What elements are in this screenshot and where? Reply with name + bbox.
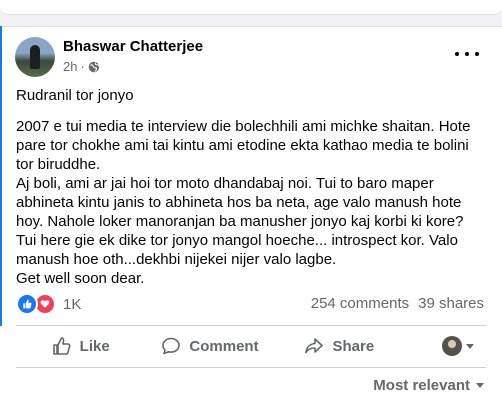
share-arrow-icon [305, 338, 324, 354]
post-paragraph: 2007 e tui media te interview die bolech… [16, 118, 471, 287]
sort-label: Most relevant [373, 377, 470, 394]
reaction-summary[interactable]: 1K [16, 293, 81, 315]
comments-count-link[interactable]: 254 comments [311, 295, 409, 312]
post-body: Rudranil tor jonyo 2007 e tui media te i… [16, 86, 486, 288]
comment-button[interactable]: Comment [145, 336, 274, 356]
comment-bubble-icon [162, 337, 181, 355]
divider [16, 367, 486, 368]
author-name[interactable]: Bhaswar Chatterjee [63, 38, 203, 55]
author-avatar[interactable] [15, 37, 55, 77]
account-avatar [441, 336, 462, 356]
focus-indicator [0, 26, 2, 326]
shares-count-link[interactable]: 39 shares [418, 295, 484, 312]
post-time[interactable]: 2h [63, 59, 77, 74]
chevron-down-icon [476, 383, 484, 388]
comment-sort-dropdown[interactable]: Most relevant [373, 377, 484, 394]
thumbs-up-icon [52, 337, 71, 355]
like-label: Like [79, 337, 110, 355]
more-options-icon[interactable] [455, 46, 479, 62]
post-paragraph: Rudranil tor jonyo [16, 87, 134, 104]
chevron-down-icon [465, 343, 474, 349]
divider [16, 325, 486, 326]
engagement-counts: 254 comments 39 shares [311, 295, 484, 312]
globe-icon[interactable] [88, 61, 100, 73]
previous-post-edge [0, 0, 502, 22]
like-reaction-icon [16, 293, 38, 315]
post-meta: 2h · [63, 59, 100, 74]
like-button[interactable]: Like [16, 336, 145, 356]
meta-separator: · [80, 59, 85, 74]
share-label: Share [332, 337, 375, 355]
comment-label: Comment [189, 337, 259, 355]
share-button[interactable]: Share [275, 336, 404, 356]
reaction-count: 1K [63, 295, 82, 313]
action-bar: Like Comment Share [16, 328, 486, 364]
react-as-selector[interactable] [404, 336, 486, 356]
